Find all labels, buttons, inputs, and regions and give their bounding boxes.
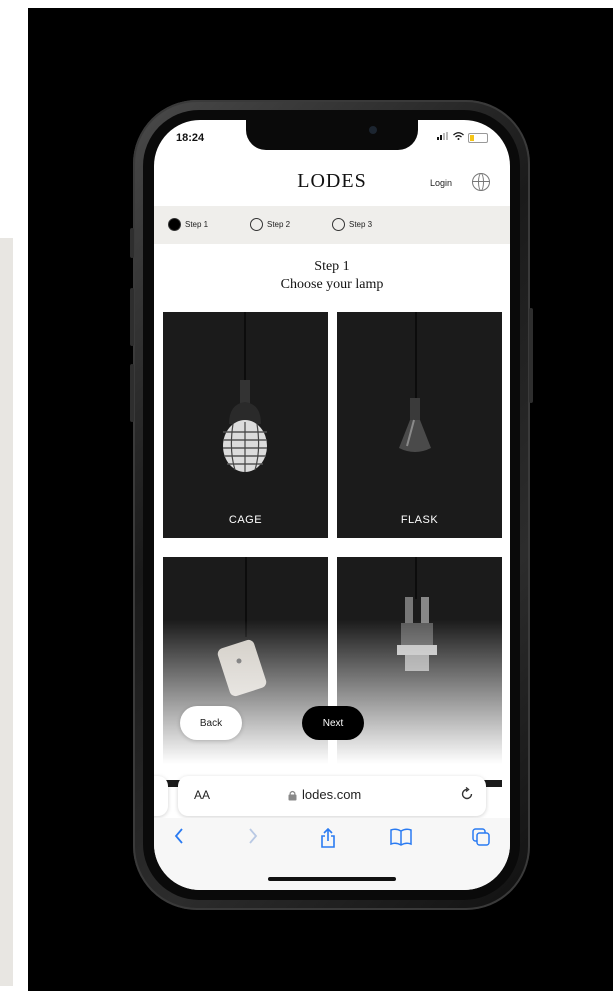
side-button-power [529, 308, 533, 403]
cage-lamp-image [223, 380, 267, 472]
lamp-card-cage[interactable]: CAGE [163, 312, 328, 538]
status-time: 18:24 [176, 132, 205, 144]
step-1-radio [168, 218, 181, 231]
back-chevron-icon[interactable] [174, 828, 184, 849]
step-2-radio [250, 218, 263, 231]
lamp-name: FLASK [400, 514, 439, 526]
lamp-card-flask[interactable]: FLASK [337, 312, 502, 538]
side-button-silent [130, 228, 134, 258]
wifi-icon [453, 132, 464, 143]
step-1[interactable]: Step 1 [168, 218, 208, 231]
lamp-cord [415, 312, 417, 400]
step-3[interactable]: Step 3 [332, 218, 372, 231]
signal-icon [437, 132, 449, 143]
step-progress: Step 1 Step 2 Step 3 [154, 206, 510, 244]
address-bar[interactable]: AA lodes.com [178, 776, 486, 816]
login-link[interactable]: Login [430, 178, 452, 188]
step-1-label: Step 1 [185, 220, 209, 229]
lock-icon [288, 789, 297, 804]
battery-icon [468, 132, 488, 143]
bookmarks-icon[interactable] [390, 828, 412, 851]
lodes-logo[interactable]: LODES [154, 170, 510, 193]
step-3-label: Step 3 [349, 220, 373, 229]
url-text[interactable]: lodes.com [302, 787, 361, 802]
lamp-cord [415, 557, 417, 599]
side-panel [0, 238, 13, 986]
previous-tab-edge[interactable] [154, 776, 168, 816]
next-button[interactable]: Next [302, 706, 364, 740]
side-button-volume-down [130, 364, 134, 422]
page-title: Step 1 Choose your lamp [154, 258, 510, 294]
choose-lamp-heading: Choose your lamp [280, 277, 384, 292]
forward-chevron-icon[interactable] [248, 828, 258, 849]
globe-icon[interactable] [472, 173, 490, 191]
front-camera [369, 126, 377, 134]
notch [246, 120, 418, 150]
bottom-fade [154, 620, 510, 780]
status-icons [437, 132, 488, 143]
step-2[interactable]: Step 2 [250, 218, 290, 231]
step-heading: Step 1 [314, 259, 350, 274]
reload-icon[interactable] [460, 786, 474, 804]
home-indicator [268, 877, 396, 881]
share-icon[interactable] [320, 827, 336, 853]
side-button-volume-up [130, 288, 134, 346]
step-2-label: Step 2 [267, 220, 291, 229]
lamp-name: CAGE [228, 514, 263, 526]
step-3-radio [332, 218, 345, 231]
back-button[interactable]: Back [180, 706, 242, 740]
site-header: LODES Login [154, 156, 510, 206]
flask-lamp-image [399, 398, 431, 452]
phone-screen: 18:24 LODES Login Step 1 Step 2 Step 3 S… [154, 120, 510, 890]
lamp-cord [244, 312, 246, 384]
text-size-button[interactable]: AA [194, 788, 210, 802]
tabs-icon[interactable] [472, 828, 490, 851]
